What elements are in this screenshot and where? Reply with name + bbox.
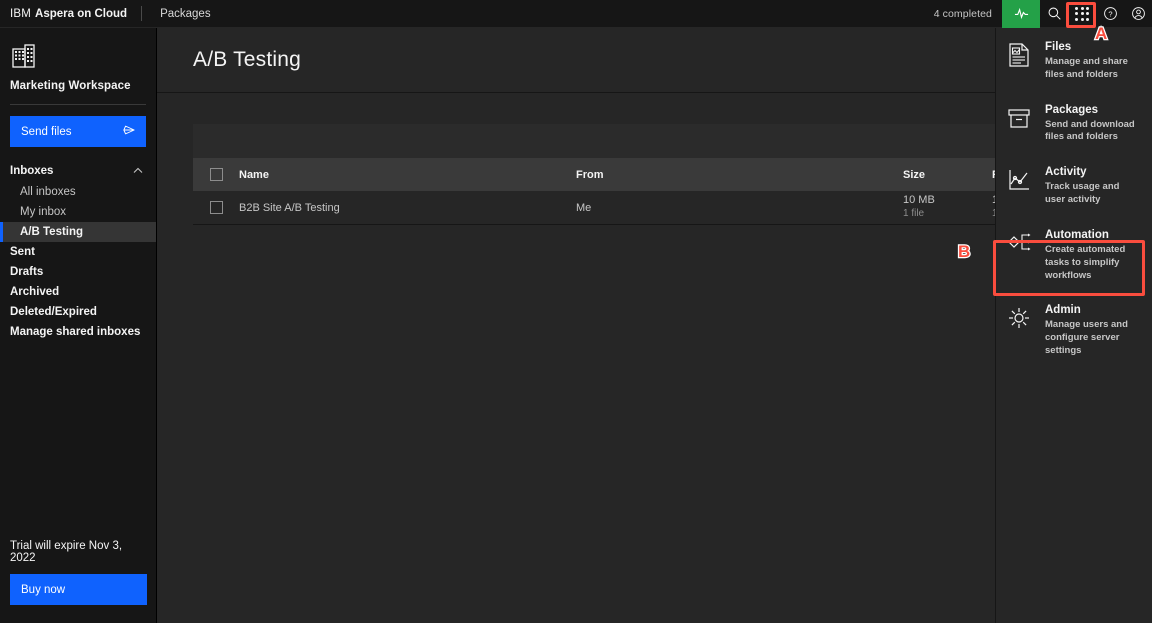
sidebar-nav: Inboxes All inboxes My inbox A/B Testing Se… [0,160,156,342]
checkbox-box [209,201,223,214]
app-menu-item-automation[interactable]: Automation Create automated tasks to simp… [996,216,1152,291]
workspace-block[interactable]: Marketing Workspace [0,28,156,92]
app-menu-items: Files Manage and share files and folders P… [996,28,1152,367]
column-header-size[interactable]: Size [903,169,992,181]
send-files-button[interactable]: Send files [10,116,146,147]
app-menu-item-text: Admin Manage users and configure server s… [1045,304,1142,357]
page-title: A/B Testing [193,48,302,71]
trial-block: Trial will expire Nov 3, 2022 Buy now [0,540,157,623]
sidebar-item-label: My inbox [20,206,67,218]
cell-size-value: 10 MB [903,194,935,207]
annotation-marker-b: B [957,242,972,262]
sidebar-item-archived[interactable]: Archived [0,282,156,302]
app-menu-item-label: Files [1045,41,1072,53]
app-menu-item-label: Activity [1045,166,1087,179]
search-icon[interactable] [1040,0,1068,28]
top-bar-actions: 4 completed ? [934,0,1152,28]
app-menu-item-packages[interactable]: Packages Send and download files and fold… [996,91,1152,154]
activity-chart-icon [1006,166,1034,207]
column-header-name[interactable]: Name [239,169,576,181]
app-menu-item-label: Automation [1045,228,1109,241]
app-menu-item-description: Create automated tasks to simplify workf… [1045,243,1126,281]
gear-settings-icon [1006,304,1034,357]
brand-divider [141,6,143,21]
chevron-up-icon [133,166,143,176]
app-menu-item-text: Packages Send and download files and fold… [1045,104,1142,145]
cell-size: 10 MB 1 file [903,194,992,220]
cell-from: Me [576,201,592,214]
app-menu-item-label: Admin [1045,304,1081,317]
checkbox-box [209,168,223,181]
sidebar-item-label: Deleted/Expired [10,306,97,318]
brand-logo[interactable]: IBM Aspera on Cloud [0,8,127,20]
sidebar-item-label: A/B Testing [20,226,84,238]
sidebar-item-all-inboxes[interactable]: All inboxes [0,182,156,202]
workspace-name: Marketing Workspace [10,80,131,92]
sidebar-item-label: Archived [10,286,60,298]
app-menu-item-description: Manage and share files and folders [1045,56,1128,80]
completed-status: 4 completed [933,7,992,20]
app-menu-item-text: Activity Track usage and user activity [1045,166,1142,207]
sidebar: Marketing Workspace Send files Inboxes A… [0,28,157,623]
app-root: IBM Aspera on Cloud Packages 4 completed… [0,0,1152,623]
sidebar-item-sent[interactable]: Sent [0,242,156,262]
cell-size-filecount: 1 file [903,208,925,220]
nav-packages[interactable]: Packages [156,2,215,26]
send-files-label: Send files [21,125,72,138]
app-menu-item-description: Manage users and configure server settin… [1045,319,1128,356]
sidebar-item-label: All inboxes [20,186,76,198]
cell-name[interactable]: B2B Site A/B Testing [239,202,576,214]
package-box-icon [1006,104,1034,145]
sidebar-item-my-inbox[interactable]: My inbox [0,202,156,222]
app-menu-item-activity[interactable]: Activity Track usage and user activity [996,153,1152,216]
buy-now-label: Buy now [21,583,66,596]
app-menu-item-text: Files Manage and share files and folders [1045,41,1142,82]
sidebar-item-manage-shared-inboxes[interactable]: Manage shared inboxes [0,322,156,342]
sidebar-item-label: Drafts [10,266,44,278]
column-header-from[interactable]: From [576,169,903,181]
sidebar-group-label: Inboxes [10,165,54,177]
brand-ibm: IBM [10,7,32,20]
brand-product: Aspera on Cloud [35,7,128,20]
row-checkbox[interactable] [193,201,239,214]
top-bar: IBM Aspera on Cloud Packages 4 completed… [0,0,1152,28]
app-menu-item-files[interactable]: Files Manage and share files and folders [996,28,1152,91]
send-arrow-icon [123,124,135,139]
app-grid-dots [1075,6,1089,21]
sidebar-items-container: All inboxes My inbox A/B Testing Sent Drafts… [0,182,156,342]
app-menu-item-description: Send and download files and folders [1045,118,1135,143]
app-menu-item-description: Track usage and user activity [1045,181,1120,206]
app-menu-item-text: Automation Create automated tasks to simp… [1045,229,1142,282]
files-document-icon [1006,41,1034,82]
svg-text:?: ? [1108,10,1112,19]
sidebar-group-inboxes[interactable]: Inboxes [0,160,156,182]
automation-flow-icon [1006,229,1034,282]
activity-pulse-icon[interactable] [1002,0,1040,28]
trial-expiry-text: Trial will expire Nov 3, 2022 [10,540,123,564]
buy-now-button[interactable]: Buy now [10,574,147,605]
sidebar-divider [10,104,146,105]
app-grid-icon[interactable] [1068,0,1096,28]
annotation-marker-a: A [1094,24,1109,44]
sidebar-item-label: Sent [10,246,35,258]
user-account-icon[interactable] [1124,0,1152,28]
app-switcher-menu: Files Manage and share files and folders P… [995,28,1152,623]
building-icon [10,42,38,70]
app-menu-item-label: Packages [1045,103,1099,116]
app-menu-item-admin[interactable]: Admin Manage users and configure server s… [996,291,1152,366]
select-all-checkbox[interactable] [193,168,239,181]
sidebar-item-drafts[interactable]: Drafts [0,262,156,282]
sidebar-item-deleted-expired[interactable]: Deleted/Expired [0,302,156,322]
sidebar-item-a-b-testing[interactable]: A/B Testing [0,222,156,242]
sidebar-item-label: Manage shared inboxes [10,326,141,338]
